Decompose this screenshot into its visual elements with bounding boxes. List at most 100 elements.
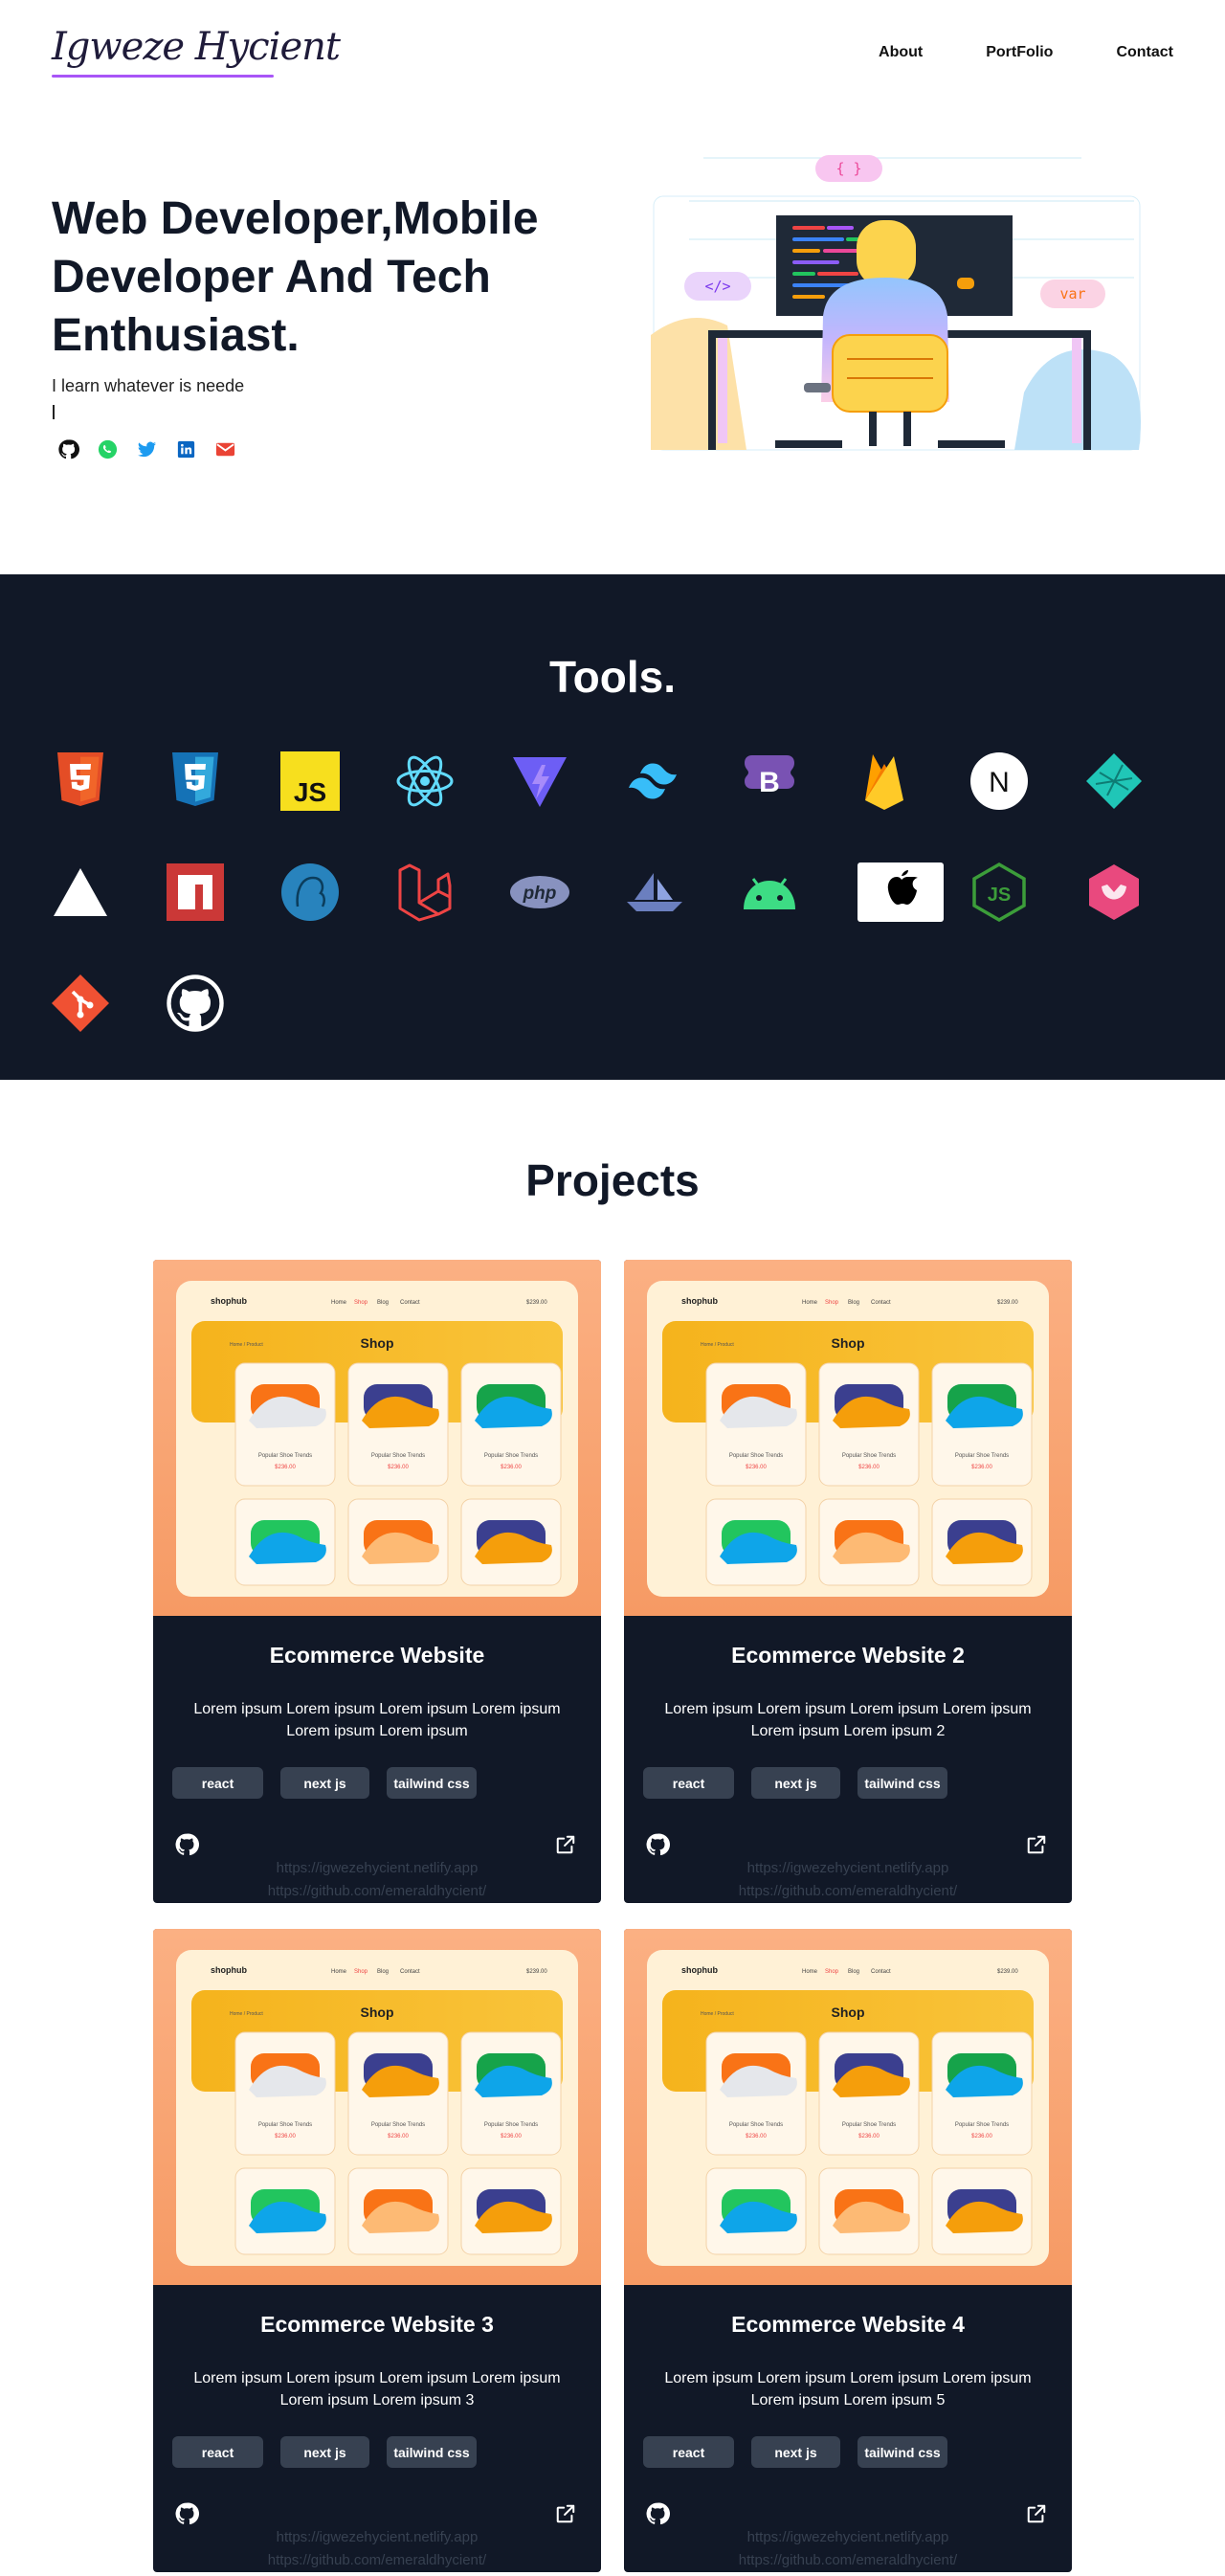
- tech-tag: next js: [751, 1767, 840, 1799]
- vite-icon: [509, 750, 570, 812]
- mockup-product-name: Popular Shoe Trends: [371, 2122, 425, 2128]
- mockup-product-name: Popular Shoe Trends: [729, 1453, 783, 1459]
- nextjs-icon: N: [969, 750, 1030, 812]
- mockup-product-name: Popular Shoe Trends: [484, 1453, 538, 1459]
- github-icon[interactable]: [645, 1832, 670, 1857]
- mockup-product-price: $236.00: [746, 1465, 767, 1470]
- svg-text:php: php: [523, 884, 557, 904]
- tech-tag: next js: [280, 2436, 369, 2468]
- mockup-nav-item: Home: [802, 1969, 818, 1975]
- external-link-icon[interactable]: [1026, 1834, 1047, 1855]
- project-live-link[interactable]: https://igwezehycient.netlify.app: [153, 2529, 601, 2545]
- tech-tag: react: [643, 2436, 734, 2468]
- github-icon: [165, 973, 226, 1034]
- mockup-nav-item: Contact: [400, 1300, 420, 1306]
- mockup-nav-item: Contact: [871, 1969, 891, 1975]
- logo-underline: [52, 75, 274, 78]
- svg-text:JS: JS: [294, 777, 326, 807]
- mockup-heading: Shop: [361, 1335, 394, 1351]
- project-description: Lorem ipsum Lorem ipsum Lorem ipsum Lore…: [193, 2370, 561, 2408]
- project-title: Ecommerce Website: [269, 1643, 485, 1668]
- mockup-breadcrumb: Home / Product: [230, 1342, 263, 1348]
- mockup-brand: shophub: [681, 1965, 718, 1975]
- mysql-icon: [279, 862, 341, 923]
- mockup-nav-item: Contact: [871, 1300, 891, 1306]
- mockup-product-name: Popular Shoe Trends: [842, 1453, 896, 1459]
- tech-tag: tailwind css: [387, 2436, 477, 2468]
- mockup-heading: Shop: [832, 2005, 865, 2020]
- twitter-icon[interactable]: [136, 438, 158, 460]
- sanity-icon: [1083, 862, 1145, 923]
- mockup-product-price: $236.00: [858, 1465, 880, 1470]
- github-icon[interactable]: [57, 438, 79, 460]
- project-live-link[interactable]: https://igwezehycient.netlify.app: [624, 2529, 1072, 2545]
- mockup-product-name: Popular Shoe Trends: [729, 2122, 783, 2128]
- mockup-breadcrumb: Home / Product: [701, 2011, 734, 2017]
- project-live-link[interactable]: https://igwezehycient.netlify.app: [624, 1860, 1072, 1876]
- mockup-nav-item: Shop: [354, 1300, 368, 1306]
- project-repo-link[interactable]: https://github.com/emeraldhycient/: [624, 2552, 1072, 2568]
- mockup-product-name: Popular Shoe Trends: [258, 2122, 312, 2128]
- project-screenshot: Popular Shoe Trends $236.00 Popular Shoe T…: [153, 1929, 601, 2285]
- tools-title: Tools.: [548, 652, 677, 702]
- mockup-heading: Shop: [832, 1335, 865, 1351]
- tech-tag: react: [643, 1767, 734, 1799]
- mockup-product-price: $236.00: [971, 2134, 992, 2139]
- project-card: Popular Shoe Trends $236.00 Popular Shoe T…: [153, 1260, 601, 1903]
- project-card: Popular Shoe Trends $236.00 Popular Shoe T…: [153, 1929, 601, 2572]
- mockup-nav-item: Blog: [377, 1969, 389, 1975]
- project-card: Popular Shoe Trends $236.00 Popular Shoe T…: [624, 1260, 1072, 1903]
- tools-section: Tools. JS B N php JS: [0, 574, 1225, 1080]
- mockup-product-price: $236.00: [501, 1465, 522, 1470]
- project-live-link[interactable]: https://igwezehycient.netlify.app: [153, 1860, 601, 1876]
- npm-icon: [165, 862, 226, 923]
- firebase-icon: [854, 750, 915, 812]
- external-link-icon[interactable]: [555, 1834, 576, 1855]
- nav-link-portfolio[interactable]: PortFolio: [986, 44, 1053, 61]
- external-link-icon[interactable]: [555, 2503, 576, 2524]
- project-screenshot: Popular Shoe Trends $236.00 Popular Shoe T…: [153, 1260, 601, 1616]
- project-description: Lorem ipsum Lorem ipsum Lorem ipsum Lore…: [664, 1701, 1032, 1739]
- mockup-breadcrumb: Home / Product: [230, 2011, 263, 2017]
- mockup-nav-item: Contact: [400, 1969, 420, 1975]
- mockup-price: $239.00: [997, 1300, 1018, 1306]
- github-icon[interactable]: [645, 2501, 670, 2526]
- nav-link-about[interactable]: About: [879, 44, 923, 61]
- netlify-icon: [1083, 750, 1145, 812]
- typing-cursor: [53, 405, 55, 419]
- html5-icon: [50, 750, 111, 812]
- project-repo-link[interactable]: https://github.com/emeraldhycient/: [153, 2552, 601, 2568]
- logo[interactable]: Igweze Hycient: [52, 25, 341, 69]
- hero-title: Web Developer,Mobile Developer And Tech …: [52, 193, 539, 361]
- svg-text:JS: JS: [988, 885, 1011, 906]
- nav-link-contact[interactable]: Contact: [1116, 44, 1173, 61]
- mockup-product-price: $236.00: [746, 2134, 767, 2139]
- css3-icon: [165, 750, 226, 812]
- react-icon: [394, 750, 456, 812]
- mockup-product-price: $236.00: [971, 1465, 992, 1470]
- tech-tag: react: [172, 2436, 263, 2468]
- apple-icon: [858, 862, 944, 923]
- mockup-product-price: $236.00: [388, 2134, 409, 2139]
- project-repo-link[interactable]: https://github.com/emeraldhycient/: [624, 1883, 1072, 1899]
- project-description: Lorem ipsum Lorem ipsum Lorem ipsum Lore…: [193, 1701, 561, 1739]
- external-link-icon[interactable]: [1026, 2503, 1047, 2524]
- project-title: Ecommerce Website 2: [731, 1643, 965, 1668]
- mockup-product-price: $236.00: [275, 2134, 296, 2139]
- mockup-product-price: $236.00: [858, 2134, 880, 2139]
- laravel-icon: [394, 862, 456, 923]
- whatsapp-icon[interactable]: [97, 438, 119, 460]
- project-repo-link[interactable]: https://github.com/emeraldhycient/: [153, 1883, 601, 1899]
- mockup-nav-item: Blog: [848, 1300, 859, 1306]
- gmail-icon[interactable]: [214, 438, 236, 460]
- bootstrap-icon: B: [739, 750, 800, 812]
- vagrant-icon: [624, 862, 685, 923]
- mockup-heading: Shop: [361, 2005, 394, 2020]
- social-links: [57, 438, 236, 460]
- linkedin-icon[interactable]: [175, 438, 197, 460]
- project-screenshot: Popular Shoe Trends $236.00 Popular Shoe T…: [624, 1929, 1072, 2285]
- mockup-product-name: Popular Shoe Trends: [955, 1453, 1009, 1459]
- github-icon[interactable]: [174, 1832, 199, 1857]
- tech-tag: next js: [751, 2436, 840, 2468]
- github-icon[interactable]: [174, 2501, 199, 2526]
